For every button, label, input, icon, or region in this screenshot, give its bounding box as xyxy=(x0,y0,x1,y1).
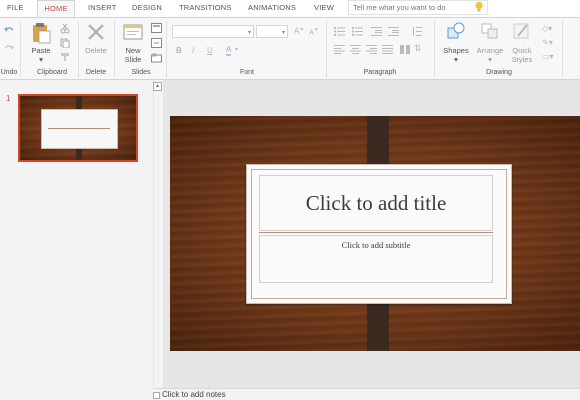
new-slide-icon[interactable] xyxy=(122,22,144,42)
justify-icon[interactable] xyxy=(382,45,393,54)
tab-view[interactable]: VIEW xyxy=(314,0,334,16)
cut-icon[interactable] xyxy=(60,24,70,34)
group-label-undo: Undo xyxy=(0,69,18,76)
tell-me-search-box[interactable]: Tell me what you want to do xyxy=(348,0,488,15)
paste-button-label[interactable]: Paste xyxy=(28,46,54,55)
group-separator xyxy=(20,21,21,78)
shape-effects-icon[interactable]: ▭▾ xyxy=(542,52,554,61)
line-spacing-icon[interactable] xyxy=(412,27,422,36)
text-direction-icon[interactable]: ⇅ xyxy=(414,43,422,54)
group-label-drawing: Drawing xyxy=(486,69,512,76)
new-slide-label-line2[interactable]: Slide xyxy=(118,55,148,64)
font-color-button[interactable]: A xyxy=(226,45,232,56)
numbering-icon[interactable] xyxy=(352,27,363,36)
title-card: Click to add title Click to add subtitle xyxy=(246,164,512,304)
thumbnail-strap-top xyxy=(76,96,82,110)
quick-styles-icon[interactable] xyxy=(512,22,532,40)
reset-icon[interactable] xyxy=(151,38,162,48)
lightbulb-icon xyxy=(475,1,483,12)
delete-button-label[interactable]: Delete xyxy=(82,46,110,55)
tell-me-placeholder: Tell me what you want to do xyxy=(353,3,446,12)
title-placeholder[interactable]: Click to add title xyxy=(259,175,493,231)
tab-home[interactable]: HOME xyxy=(37,0,75,17)
redo-icon[interactable] xyxy=(4,44,14,53)
tab-animations[interactable]: ANIMATIONS xyxy=(248,0,296,16)
subtitle-placeholder[interactable]: Click to add subtitle xyxy=(259,235,493,283)
bullets-icon[interactable] xyxy=(334,27,345,36)
slide-thumbnail-pane: 1 xyxy=(0,80,153,400)
italic-button[interactable]: I xyxy=(192,46,194,55)
scroll-up-arrow-icon[interactable]: ▲ xyxy=(153,82,162,91)
arrange-icon[interactable] xyxy=(480,22,500,40)
underline-button[interactable]: U xyxy=(207,46,213,55)
delete-icon[interactable] xyxy=(86,22,106,42)
group-separator xyxy=(434,21,435,78)
paste-dropdown-icon[interactable]: ▾ xyxy=(34,55,48,64)
new-slide-label-line1[interactable]: New xyxy=(118,46,148,55)
slide-number: 1 xyxy=(6,94,11,103)
layout-icon[interactable] xyxy=(151,23,162,33)
bold-button[interactable]: B xyxy=(176,46,182,55)
tab-file[interactable]: FILE xyxy=(7,0,24,16)
decrease-font-size-icon[interactable]: A▼ xyxy=(309,27,319,36)
thumbnail-scrollbar[interactable] xyxy=(153,80,163,400)
group-separator xyxy=(326,21,327,78)
ribbon-tab-bar: FILE HOME INSERT DESIGN TRANSITIONS ANIM… xyxy=(0,0,580,17)
increase-indent-icon[interactable] xyxy=(388,27,399,36)
decrease-indent-icon[interactable] xyxy=(371,27,382,36)
shapes-icon[interactable] xyxy=(446,22,466,40)
undo-icon[interactable] xyxy=(4,26,14,35)
group-separator xyxy=(78,21,79,78)
group-separator xyxy=(114,21,115,78)
group-separator xyxy=(562,21,563,78)
arrange-dropdown-icon[interactable]: ▾ xyxy=(483,55,497,64)
arrange-button-label[interactable]: Arrange xyxy=(473,46,507,55)
align-center-icon[interactable] xyxy=(350,45,361,54)
columns-icon[interactable] xyxy=(400,45,411,54)
group-label-slides: Slides xyxy=(131,69,151,76)
increase-font-size-icon[interactable]: A▲ xyxy=(294,26,304,36)
align-right-icon[interactable] xyxy=(366,45,377,54)
quick-styles-label-line1[interactable]: Quick xyxy=(507,46,537,55)
tab-insert[interactable]: INSERT xyxy=(88,0,117,16)
subtitle-placeholder-text: Click to add subtitle xyxy=(341,240,411,250)
notes-placeholder: Click to add notes xyxy=(162,390,226,399)
font-color-dropdown-icon[interactable]: ▾ xyxy=(235,46,238,53)
copy-icon[interactable] xyxy=(60,38,70,48)
slide-canvas[interactable]: Click to add title Click to add subtitle xyxy=(170,116,580,351)
title-placeholder-text: Click to add title xyxy=(305,191,447,215)
group-label-delete: Delete xyxy=(85,69,107,76)
shapes-dropdown-icon[interactable]: ▾ xyxy=(449,55,463,64)
ribbon: Undo Paste ▾ Clipboard Delete Delete New… xyxy=(0,17,580,80)
group-separator xyxy=(166,21,167,78)
group-label-clipboard: Clipboard xyxy=(37,69,67,76)
paste-icon[interactable] xyxy=(30,22,52,44)
shape-fill-icon[interactable]: ◇▾ xyxy=(542,24,552,33)
quick-styles-label-line2[interactable]: Styles xyxy=(505,55,539,64)
font-size-select[interactable]: ▾ xyxy=(256,25,288,38)
shape-outline-icon[interactable]: ✎▾ xyxy=(542,38,553,47)
format-painter-icon[interactable] xyxy=(60,52,70,62)
notes-pane[interactable]: Click to add notes xyxy=(153,388,580,400)
title-divider-line xyxy=(259,232,493,233)
tab-design[interactable]: DESIGN xyxy=(132,0,162,16)
align-left-icon[interactable] xyxy=(334,45,345,54)
group-label-paragraph: Paragraph xyxy=(363,69,397,76)
slide-thumbnail[interactable] xyxy=(18,94,138,162)
section-icon[interactable] xyxy=(151,53,162,63)
shapes-button-label[interactable]: Shapes xyxy=(440,46,472,55)
thumbnail-card xyxy=(41,109,118,149)
tab-transitions[interactable]: TRANSITIONS xyxy=(179,0,232,16)
group-label-font: Font xyxy=(239,69,254,76)
font-family-select[interactable]: ▾ xyxy=(172,25,254,38)
notes-resize-handle[interactable] xyxy=(153,392,160,399)
